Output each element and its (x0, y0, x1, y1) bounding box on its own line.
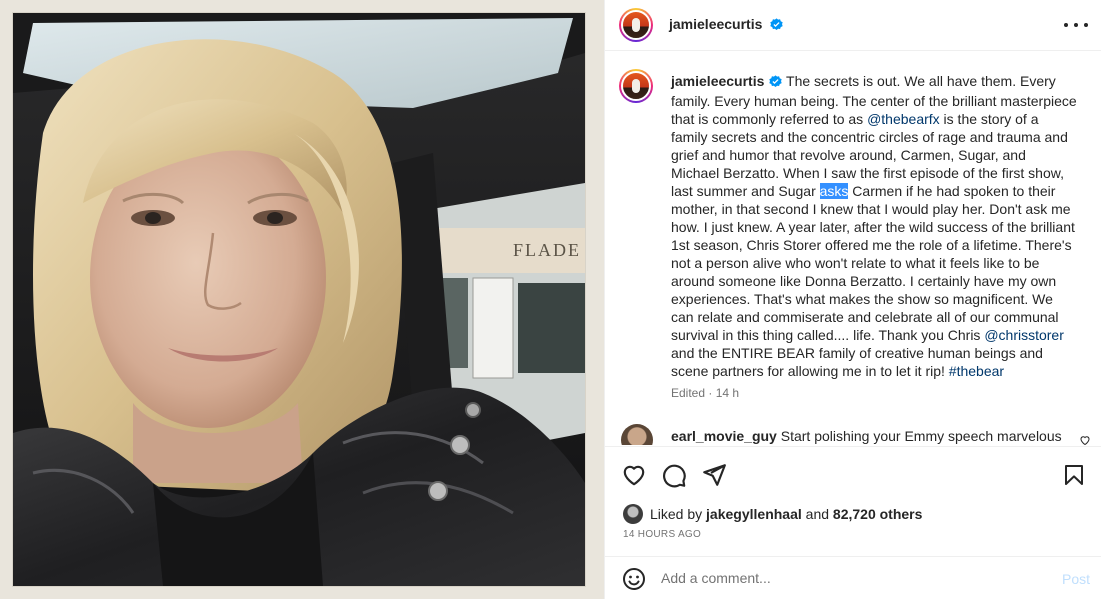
post-actions: Liked by jakegyllenhaal and 82,720 other… (605, 446, 1101, 555)
edited-label: Edited (671, 386, 706, 400)
author-username[interactable]: jamieleecurtis (669, 16, 762, 32)
caption-text-part: Carmen if he had spoken to their mother,… (671, 183, 1075, 343)
liker-username[interactable]: jakegyllenhaal (706, 506, 802, 522)
more-dot-icon (1084, 23, 1088, 27)
more-dot-icon (1074, 23, 1078, 27)
author-avatar[interactable] (619, 8, 653, 42)
comment-item: earl_movie_guy Start polishing your Emmy… (621, 424, 1091, 445)
post-timestamp[interactable]: 14 HOURS AGO (623, 529, 701, 540)
liker-avatar[interactable] (623, 504, 643, 524)
heart-icon[interactable] (621, 462, 647, 493)
selected-text: asks (819, 183, 849, 199)
author-name-row: jamieleecurtis (669, 16, 783, 36)
post-media: FLADE (0, 0, 604, 599)
likes-others-link[interactable]: 82,720 others (833, 506, 923, 522)
caption-time[interactable]: 14 h (716, 386, 739, 400)
comment-input[interactable] (661, 566, 1041, 590)
hashtag-link[interactable]: #thebear (949, 363, 1004, 379)
caption-username[interactable]: jamieleecurtis (671, 73, 764, 89)
verified-badge-icon (770, 18, 783, 36)
more-dot-icon (1064, 23, 1068, 27)
verified-badge-icon (769, 74, 783, 92)
add-comment-bar: Post (605, 556, 1101, 600)
likes-and: and (805, 506, 830, 522)
bookmark-icon[interactable] (1062, 462, 1086, 493)
more-options-button[interactable] (1064, 15, 1088, 35)
selfie-photo: FLADE (13, 13, 585, 586)
mention-link[interactable]: @chrisstorer (984, 327, 1064, 343)
paper-plane-icon[interactable] (701, 462, 727, 493)
likes-summary: Liked by jakegyllenhaal and 82,720 other… (623, 504, 922, 524)
post-photo[interactable]: FLADE (13, 13, 585, 586)
comment-username[interactable]: earl_movie_guy (671, 428, 777, 444)
post-panel: jamieleecurtis jamieleecurtis The secret… (604, 0, 1101, 599)
commenter-avatar[interactable] (621, 424, 653, 445)
author-avatar-image (621, 10, 651, 40)
comment-text: Start polishing your Emmy speech marvelo… (780, 428, 1062, 444)
caption-author-avatar[interactable] (619, 69, 653, 103)
caption: jamieleecurtis The secrets is out. We al… (671, 72, 1077, 380)
smiley-icon[interactable] (622, 567, 646, 596)
comment-icon[interactable] (661, 462, 687, 493)
caption-author-avatar-image (621, 71, 651, 101)
comments-scroll-area[interactable]: jamieleecurtis The secrets is out. We al… (605, 51, 1101, 445)
mention-link[interactable]: @thebearfx (867, 111, 940, 127)
liked-by-label: Liked by (650, 506, 703, 522)
store-sign: FLADE (513, 240, 581, 260)
meta-separator: · (708, 386, 713, 400)
post-comment-button[interactable]: Post (1062, 571, 1090, 587)
caption-meta: Edited · 14 h (671, 386, 739, 400)
comment-body: earl_movie_guy Start polishing your Emmy… (671, 428, 1071, 444)
post-header: jamieleecurtis (605, 0, 1101, 51)
comment-like-heart-icon[interactable] (1079, 433, 1091, 445)
